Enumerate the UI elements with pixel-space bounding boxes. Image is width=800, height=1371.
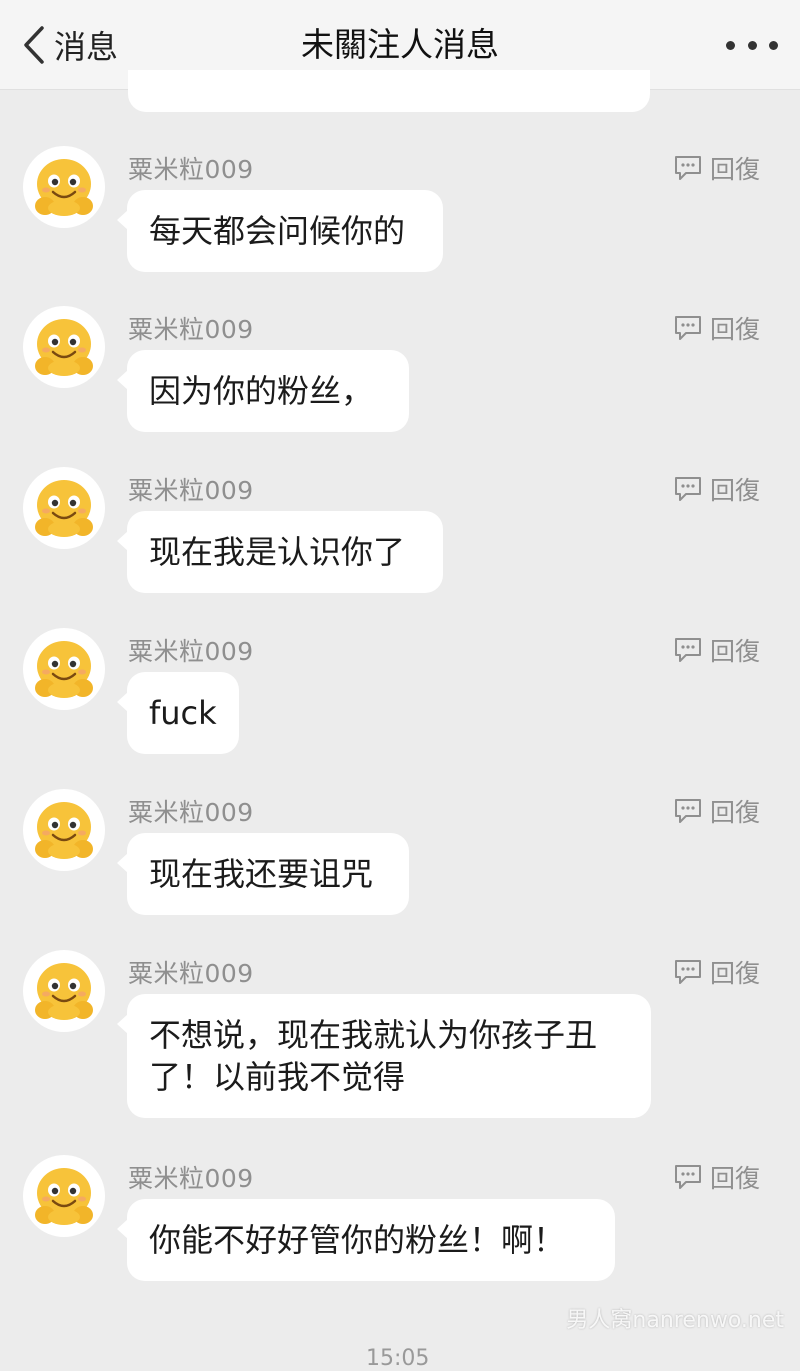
chevron-left-icon — [24, 26, 44, 64]
smiley-face-icon — [35, 480, 93, 537]
comment-icon — [675, 477, 701, 501]
previous-message-bubble — [128, 70, 650, 112]
sender-name[interactable]: 粟米粒009 — [128, 632, 254, 668]
avatar[interactable] — [23, 146, 105, 228]
watermark: 男人窝nanrenwo.net — [566, 1308, 784, 1333]
reply-button[interactable]: 回復 — [674, 632, 760, 668]
comment-icon — [675, 638, 701, 662]
reply-label: 回復 — [710, 637, 761, 666]
comment-icon — [675, 1165, 701, 1189]
reply-button[interactable]: 回復 — [674, 310, 760, 346]
comment-icon — [675, 316, 701, 340]
comment-icon — [675, 799, 701, 823]
back-button[interactable]: 消息 — [22, 20, 118, 70]
sender-name[interactable]: 粟米粒009 — [128, 471, 254, 507]
ellipsis-icon — [726, 40, 735, 50]
avatar[interactable] — [23, 1155, 105, 1237]
sender-name[interactable]: 粟米粒009 — [128, 954, 254, 990]
smiley-face-icon — [35, 159, 93, 216]
timestamp: 15:05 — [366, 1346, 430, 1371]
ellipsis-icon — [747, 40, 757, 50]
smiley-face-icon — [35, 641, 93, 698]
back-label: 消息 — [54, 28, 119, 66]
avatar[interactable] — [23, 789, 105, 871]
message-bubble[interactable]: 你能不好好管你的粉丝！啊！ — [117, 1199, 615, 1281]
message-bubble[interactable]: 因为你的粉丝， — [117, 350, 409, 432]
page-title: 未關注人消息 — [301, 25, 499, 64]
reply-label: 回復 — [710, 476, 761, 505]
avatar[interactable] — [23, 467, 105, 549]
message-bubble[interactable]: 现在我是认识你了 — [117, 511, 443, 593]
more-options-button[interactable] — [726, 38, 778, 52]
message-bubble[interactable]: fuck — [117, 672, 239, 754]
reply-button[interactable]: 回復 — [674, 793, 760, 829]
reply-button[interactable]: 回復 — [674, 954, 760, 990]
avatar[interactable] — [23, 950, 105, 1032]
sender-name[interactable]: 粟米粒009 — [128, 310, 254, 346]
reply-label: 回復 — [710, 1164, 761, 1193]
reply-button[interactable]: 回復 — [674, 150, 760, 186]
message-bubble[interactable]: 每天都会问候你的 — [117, 190, 443, 272]
reply-label: 回復 — [710, 959, 761, 988]
reply-label: 回復 — [710, 798, 761, 827]
message-bubble[interactable]: 不想说，现在我就认为你孩子丑了！以前我不觉得 — [117, 994, 651, 1118]
message-bubble[interactable]: 现在我还要诅咒 — [117, 833, 409, 915]
comment-icon — [675, 960, 701, 984]
ellipsis-icon — [769, 40, 778, 50]
avatar[interactable] — [23, 306, 105, 388]
smiley-face-icon — [35, 1168, 93, 1225]
avatar[interactable] — [23, 628, 105, 710]
reply-label: 回復 — [710, 155, 761, 184]
reply-button[interactable]: 回復 — [674, 1159, 760, 1195]
sender-name[interactable]: 粟米粒009 — [128, 1159, 254, 1195]
smiley-face-icon — [35, 963, 93, 1020]
reply-button[interactable]: 回復 — [674, 471, 760, 507]
sender-name[interactable]: 粟米粒009 — [128, 150, 254, 186]
smiley-face-icon — [35, 319, 93, 376]
comment-icon — [675, 156, 701, 180]
sender-name[interactable]: 粟米粒009 — [128, 793, 254, 829]
smiley-face-icon — [35, 802, 93, 859]
reply-label: 回復 — [710, 315, 761, 344]
